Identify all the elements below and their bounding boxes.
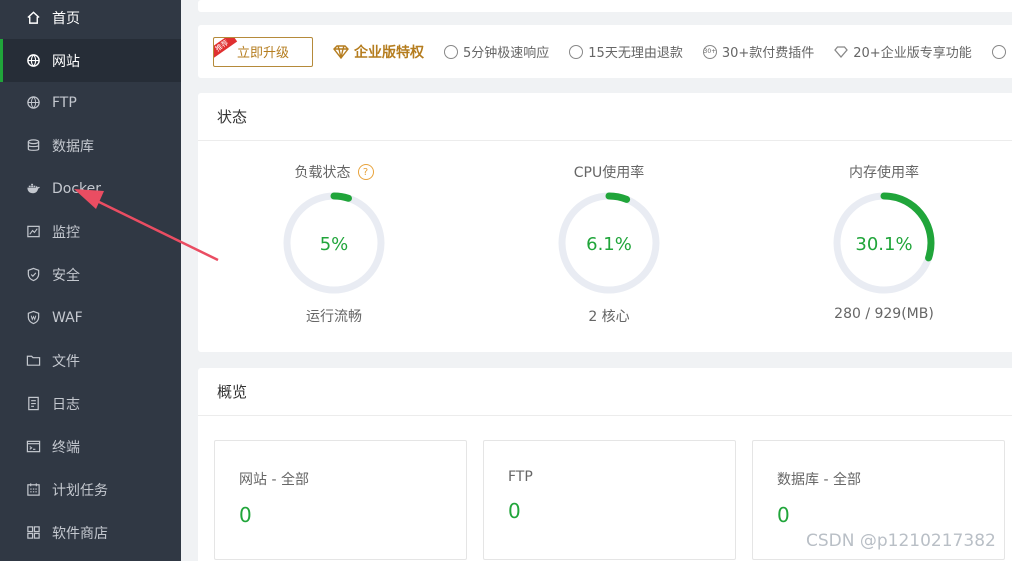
sidebar-item-waf[interactable]: WAF: [0, 296, 181, 339]
sidebar-item-files[interactable]: 文件: [0, 339, 181, 382]
sidebar-item-label: 数据库: [52, 138, 94, 155]
feature-refund: 15天无理由退款: [569, 42, 683, 61]
sidebar-item-label: 监控: [52, 224, 80, 241]
top-panel: [198, 0, 1012, 12]
help-icon[interactable]: ?: [357, 164, 374, 180]
sidebar-item-label: Docker: [52, 180, 102, 197]
sidebar-item-ftp[interactable]: FTP: [0, 81, 181, 124]
sidebar-item-docker[interactable]: Docker: [0, 167, 181, 210]
gauge-sub: 280 / 929(MB): [834, 306, 934, 322]
watermark: CSDN @p1210217382: [806, 531, 996, 551]
status-title: 状态: [198, 93, 1012, 141]
sidebar-item-terminal[interactable]: 终端: [0, 425, 181, 468]
monitor-icon: [25, 224, 41, 240]
gauge-label: CPU使用率: [573, 165, 645, 181]
sidebar-item-home[interactable]: 首页: [0, 0, 181, 39]
database-icon: [25, 138, 41, 154]
clock-icon: [444, 44, 458, 59]
enterprise-privileges[interactable]: 企业版特权: [333, 42, 424, 62]
home-icon: [25, 10, 41, 26]
upgrade-label: 立即升级: [236, 46, 289, 61]
cpu-gauge[interactable]: CPU使用率 6.1% 2 核心: [549, 162, 669, 326]
upgrade-button[interactable]: 推荐 立即升级: [213, 36, 313, 67]
sidebar-item-cron[interactable]: 计划任务: [0, 468, 181, 511]
card-value: 0: [239, 503, 252, 527]
card-title: FTP: [508, 469, 533, 485]
sidebar-item-database[interactable]: 数据库: [0, 124, 181, 167]
shield-icon: [25, 310, 41, 326]
gauge-sub: 运行流畅: [306, 309, 362, 325]
refund-icon: [569, 44, 584, 59]
load-gauge[interactable]: 负载状态 ? 5% 运行流畅: [274, 162, 394, 326]
card-title: 数据库 - 全部: [777, 472, 861, 488]
sidebar-item-label: WAF: [52, 309, 83, 326]
memory-gauge[interactable]: 内存使用率 30.1% 280 / 929(MB): [824, 162, 944, 322]
gauge-value: 6.1%: [586, 234, 632, 255]
sidebar-item-label: 安全: [52, 267, 80, 284]
overview-card-websites[interactable]: 网站 - 全部 0: [214, 440, 467, 560]
enterprise-title: 企业版特权: [354, 44, 424, 61]
gauge-label: 负载状态: [294, 165, 351, 181]
recommend-ribbon: 推荐: [214, 37, 238, 59]
plugin-badge-icon: 30+: [702, 44, 717, 59]
overview-title: 概览: [198, 368, 1012, 416]
sidebar-item-label: FTP: [52, 94, 77, 111]
feature-fast-response: 5分钟极速响应: [444, 42, 549, 61]
card-value: 0: [777, 503, 790, 527]
gauge-value: 5%: [320, 234, 349, 255]
diamond-outline-icon: [834, 45, 849, 58]
sidebar-item-monitor[interactable]: 监控: [0, 210, 181, 253]
sidebar-item-website[interactable]: 网站: [0, 39, 181, 82]
docker-icon: [25, 181, 41, 197]
feature-more: [991, 44, 1011, 59]
sidebar-item-store[interactable]: 软件商店: [0, 511, 181, 554]
globe-icon: [25, 53, 41, 69]
sidebar: 首页 网站 FTP 数据库 Docker 监控 安全 WAF 文件 日志 终端: [0, 0, 181, 561]
sidebar-item-label: 首页: [52, 10, 80, 27]
overview-card-ftp[interactable]: FTP 0: [483, 440, 736, 560]
status-panel: 状态 负载状态 ? 5% 运行流畅 CPU使用率 6.1% 2 核心 内存使用率: [198, 93, 1012, 352]
shield-icon: [25, 267, 41, 283]
sidebar-item-security[interactable]: 安全: [0, 253, 181, 296]
card-title: 网站 - 全部: [239, 472, 309, 488]
ssl-badge-icon: [991, 44, 1006, 59]
promo-bar: 推荐 立即升级 企业版特权 5分钟极速响应 15天无理由退款 30+ 30+款付…: [198, 25, 1012, 78]
log-icon: [25, 396, 41, 412]
feature-paid-plugins: 30+ 30+款付费插件: [702, 44, 815, 61]
sidebar-item-logs[interactable]: 日志: [0, 382, 181, 425]
feature-enterprise-functions: 20+企业版专享功能: [834, 42, 972, 61]
sidebar-item-label: 终端: [52, 439, 80, 456]
gauge-value: 30.1%: [855, 234, 912, 255]
grid-icon: [25, 525, 41, 541]
sidebar-item-label: 日志: [52, 396, 80, 413]
terminal-icon: [25, 439, 41, 455]
diamond-icon: [333, 44, 349, 59]
card-value: 0: [508, 499, 521, 523]
gauge-sub: 2 核心: [588, 309, 630, 325]
folder-icon: [25, 353, 41, 369]
sidebar-item-label: 网站: [52, 53, 80, 70]
sidebar-item-label: 软件商店: [52, 525, 108, 542]
globe-icon: [25, 95, 41, 111]
sidebar-item-label: 计划任务: [52, 482, 108, 499]
gauge-label: 内存使用率: [849, 165, 919, 181]
calendar-icon: [25, 482, 41, 498]
sidebar-item-label: 文件: [52, 353, 80, 370]
